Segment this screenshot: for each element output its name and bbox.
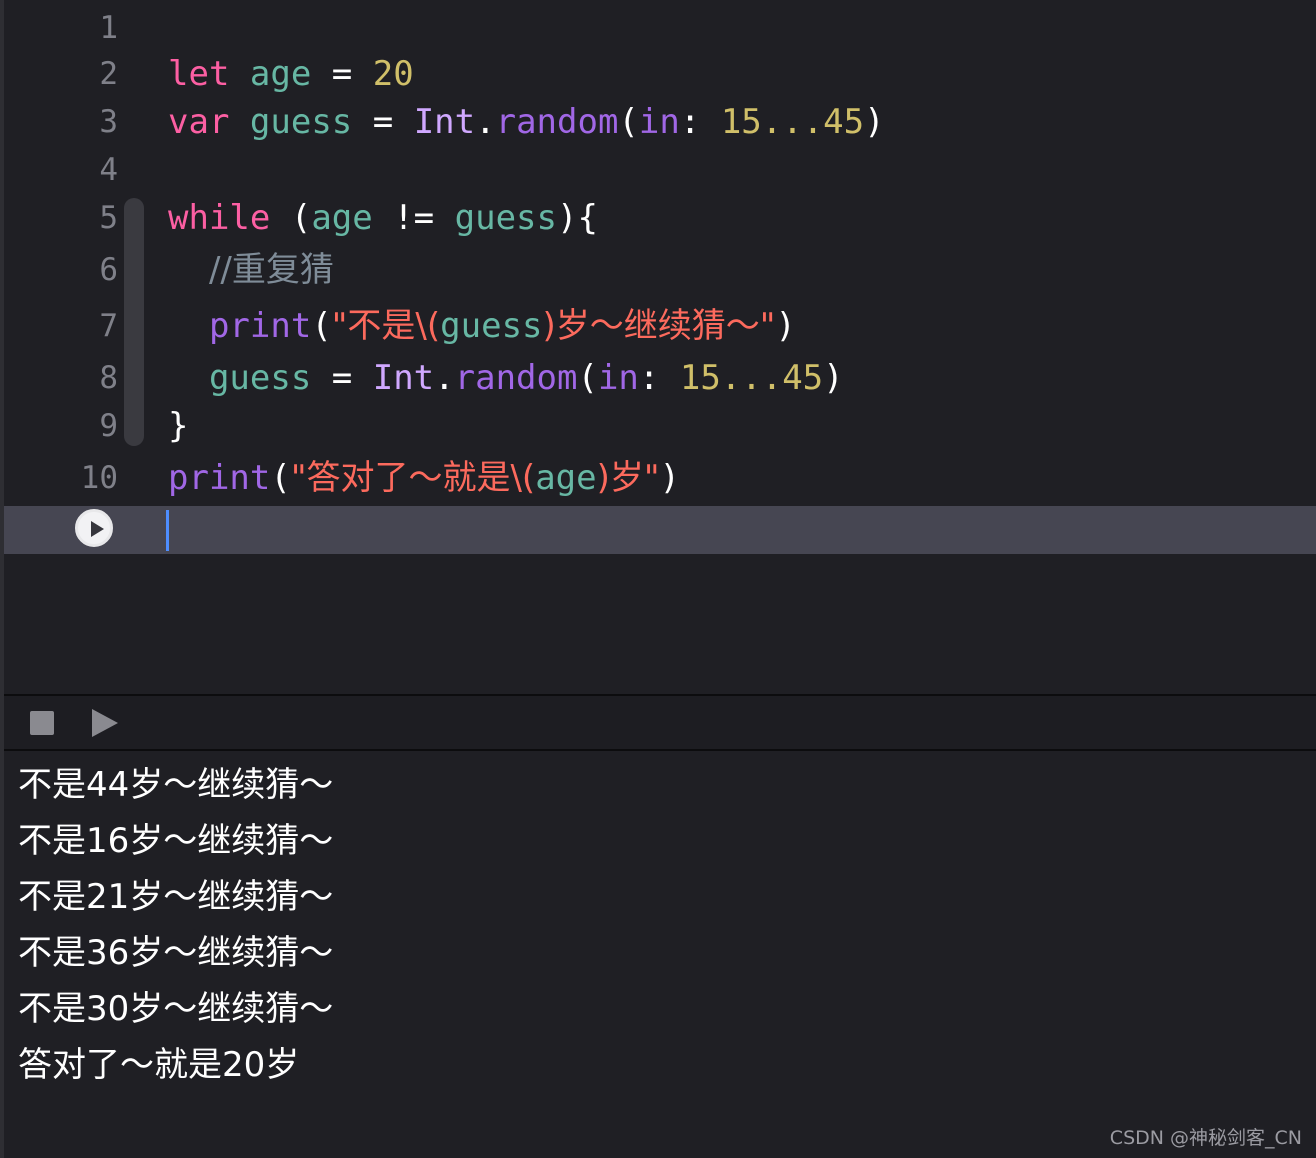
punct-token: ) xyxy=(823,358,844,398)
line-number: 5 xyxy=(99,200,118,236)
keyword-token: while xyxy=(168,198,271,238)
type-token: Int xyxy=(372,358,435,398)
console-output[interactable]: 不是44岁～继续猜～ 不是16岁～继续猜～ 不是21岁～继续猜～ 不是36岁～继… xyxy=(4,751,1316,1158)
function-token: random xyxy=(495,102,619,142)
line-number: 8 xyxy=(99,360,118,396)
code-line-2[interactable]: 2 let age = 20 xyxy=(4,50,1316,98)
line-number: 10 xyxy=(80,460,118,496)
type-token: Int xyxy=(413,102,476,142)
punct-token: : xyxy=(679,102,721,142)
punct-token: ) xyxy=(775,306,796,346)
code-text: //重复猜 xyxy=(168,248,334,292)
code-text: let age = 20 xyxy=(168,52,414,96)
code-editor[interactable]: 1 2 let age = 20 3 var guess = Int.rando… xyxy=(4,0,1316,694)
number-token: 15...45 xyxy=(679,358,824,398)
identifier-token: guess xyxy=(208,358,312,398)
function-token: print xyxy=(168,458,271,498)
code-line-7[interactable]: 7 print("不是\(guess)岁～继续猜～") xyxy=(4,302,1316,350)
console-line: 不是30岁～继续猜～ xyxy=(18,989,334,1029)
code-text: var guess = Int.random(in: 15...45) xyxy=(168,100,885,144)
string-token: )岁" xyxy=(596,458,660,498)
operator-token: = xyxy=(311,358,373,398)
stop-icon[interactable] xyxy=(30,711,54,735)
text-cursor xyxy=(166,510,169,551)
punct-token: ) xyxy=(864,102,885,142)
identifier-token: guess xyxy=(454,198,557,238)
label-token: in xyxy=(638,102,680,142)
punct-token: ( xyxy=(618,102,639,142)
code-line-10[interactable]: 10 print("答对了～就是\(age)岁") xyxy=(4,454,1316,502)
line-number: 4 xyxy=(99,152,118,188)
punct-token: . xyxy=(475,102,496,142)
console-line: 不是21岁～继续猜～ xyxy=(18,877,334,917)
keyword-token: let xyxy=(168,54,230,94)
code-line-3[interactable]: 3 var guess = Int.random(in: 15...45) xyxy=(4,98,1316,146)
comment-token: //重复猜 xyxy=(208,250,334,290)
line-number: 3 xyxy=(99,104,118,140)
identifier-token: age xyxy=(249,54,312,94)
code-line-5[interactable]: 5 while (age != guess){ xyxy=(4,194,1316,242)
run-line-button[interactable] xyxy=(75,509,113,547)
punct-token: ){ xyxy=(556,198,598,238)
line-number: 2 xyxy=(99,56,118,92)
punct-token: ( xyxy=(270,458,291,498)
console-line: 不是44岁～继续猜～ xyxy=(18,765,334,805)
identifier-token: guess xyxy=(440,306,543,346)
watermark: CSDN @神秘剑客_CN xyxy=(1109,1127,1302,1149)
line-number: 9 xyxy=(99,408,118,444)
code-text: while (age != guess){ xyxy=(168,196,598,240)
play-icon xyxy=(91,521,104,537)
label-token: in xyxy=(597,358,639,398)
line-number: 1 xyxy=(99,10,118,46)
operator-token: = xyxy=(311,54,373,94)
keyword-token: var xyxy=(168,102,230,142)
brace-token: } xyxy=(168,406,189,446)
string-token: "答对了～就是\( xyxy=(290,458,536,498)
line-number: 7 xyxy=(99,308,118,344)
console-line: 不是16岁～继续猜～ xyxy=(18,821,334,861)
code-line-1[interactable]: 1 xyxy=(4,4,1316,52)
code-text: print("答对了～就是\(age)岁") xyxy=(168,456,680,500)
line-number: 6 xyxy=(99,252,118,288)
punct-token: ( xyxy=(311,306,332,346)
operator-token: = xyxy=(352,102,414,142)
punct-token: ( xyxy=(577,358,598,398)
function-token: print xyxy=(208,306,312,346)
number-token: 20 xyxy=(372,54,414,94)
code-text: print("不是\(guess)岁～继续猜～") xyxy=(168,304,796,348)
code-line-9[interactable]: 9 } xyxy=(4,402,1316,450)
punct-token: . xyxy=(434,358,455,398)
identifier-token: age xyxy=(311,198,373,238)
console-line: 答对了～就是20岁 xyxy=(18,1045,300,1085)
debug-toolbar xyxy=(4,694,1316,751)
punct-token: ( xyxy=(270,198,312,238)
function-token: random xyxy=(454,358,578,398)
string-token: )岁～继续猜～" xyxy=(542,306,776,346)
number-token: 15...45 xyxy=(720,102,865,142)
punct-token: ) xyxy=(659,458,681,498)
identifier-token: guess xyxy=(249,102,353,142)
play-icon[interactable] xyxy=(92,709,118,737)
code-text: } xyxy=(168,404,188,448)
string-token: "不是\( xyxy=(331,306,441,346)
code-line-6[interactable]: 6 //重复猜 xyxy=(4,246,1316,294)
code-line-8[interactable]: 8 guess = Int.random(in: 15...45) xyxy=(4,354,1316,402)
operator-token: != xyxy=(372,198,455,238)
console-line: 不是36岁～继续猜～ xyxy=(18,933,334,973)
identifier-token: age xyxy=(535,458,597,498)
punct-token: : xyxy=(638,358,680,398)
playground-window: 1 2 let age = 20 3 var guess = Int.rando… xyxy=(0,0,1316,1158)
code-text: guess = Int.random(in: 15...45) xyxy=(168,356,844,400)
current-line-highlight xyxy=(4,506,1316,554)
code-line-4[interactable]: 4 xyxy=(4,146,1316,194)
